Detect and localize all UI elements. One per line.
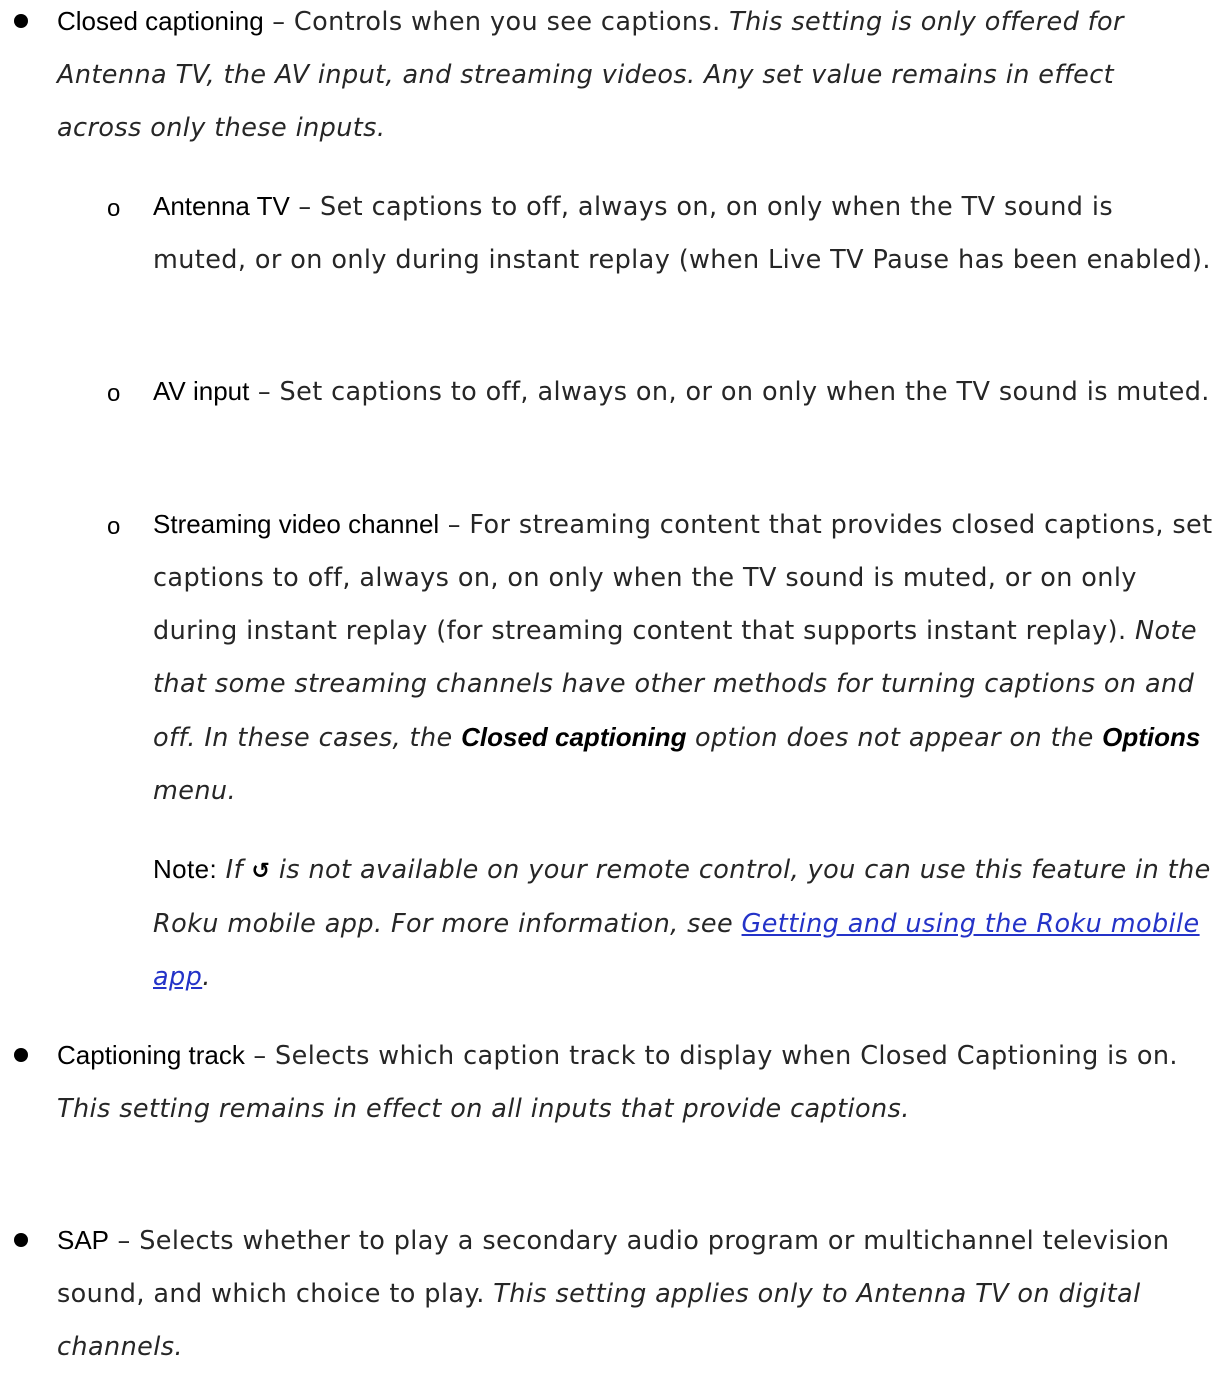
sub-bullet: o	[107, 195, 121, 222]
remote-note: Note: If ↺ is not available on your remo…	[153, 843, 1213, 1004]
item-description: – Controls when you see captions.	[263, 7, 730, 37]
term-sap: SAP	[57, 1225, 110, 1255]
bullet-dot	[14, 1048, 28, 1062]
note-text: If ↺ is not available on your remote con…	[153, 855, 1211, 992]
bullet-dot	[14, 14, 28, 28]
item-description: – Set captions to off, always on, or on …	[249, 377, 1210, 407]
list-item-sap: SAP – Selects whether to play a secondar…	[57, 1214, 1197, 1374]
term-captioning-track: Captioning track	[57, 1040, 245, 1070]
bullet-dot	[14, 1233, 28, 1247]
replay-icon: ↺	[251, 859, 271, 884]
item-description: – Set captions to off, always on, on onl…	[153, 192, 1211, 275]
sub-bullet: o	[107, 380, 121, 407]
note-term-closed-captioning: Closed captioning	[461, 722, 687, 752]
list-item-streaming-video-channel: Streaming video channel – For streaming …	[153, 498, 1213, 818]
note-text: menu.	[153, 776, 236, 806]
term-antenna-tv: Antenna TV	[153, 191, 290, 221]
term-streaming-video-channel: Streaming video channel	[153, 509, 440, 539]
list-item-av-input: AV input – Set captions to off, always o…	[153, 365, 1213, 419]
sub-bullet: o	[107, 513, 121, 540]
note-label: Note:	[153, 854, 218, 884]
note-pre: If	[217, 855, 252, 885]
note-term-options: Options	[1102, 722, 1201, 752]
note-text: option does not appear on the	[686, 723, 1103, 753]
item-note: This setting remains in effect on all in…	[57, 1094, 910, 1124]
item-description: – Selects which caption track to display…	[244, 1041, 1178, 1071]
term-closed-captioning: Closed captioning	[57, 6, 264, 36]
note-end: .	[202, 962, 211, 992]
term-av-input: AV input	[153, 376, 250, 406]
list-item-antenna-tv: Antenna TV – Set captions to off, always…	[153, 180, 1213, 287]
list-item-captioning-track: Captioning track – Selects which caption…	[57, 1029, 1197, 1136]
list-item-closed-captioning: Closed captioning – Controls when you se…	[57, 0, 1197, 155]
